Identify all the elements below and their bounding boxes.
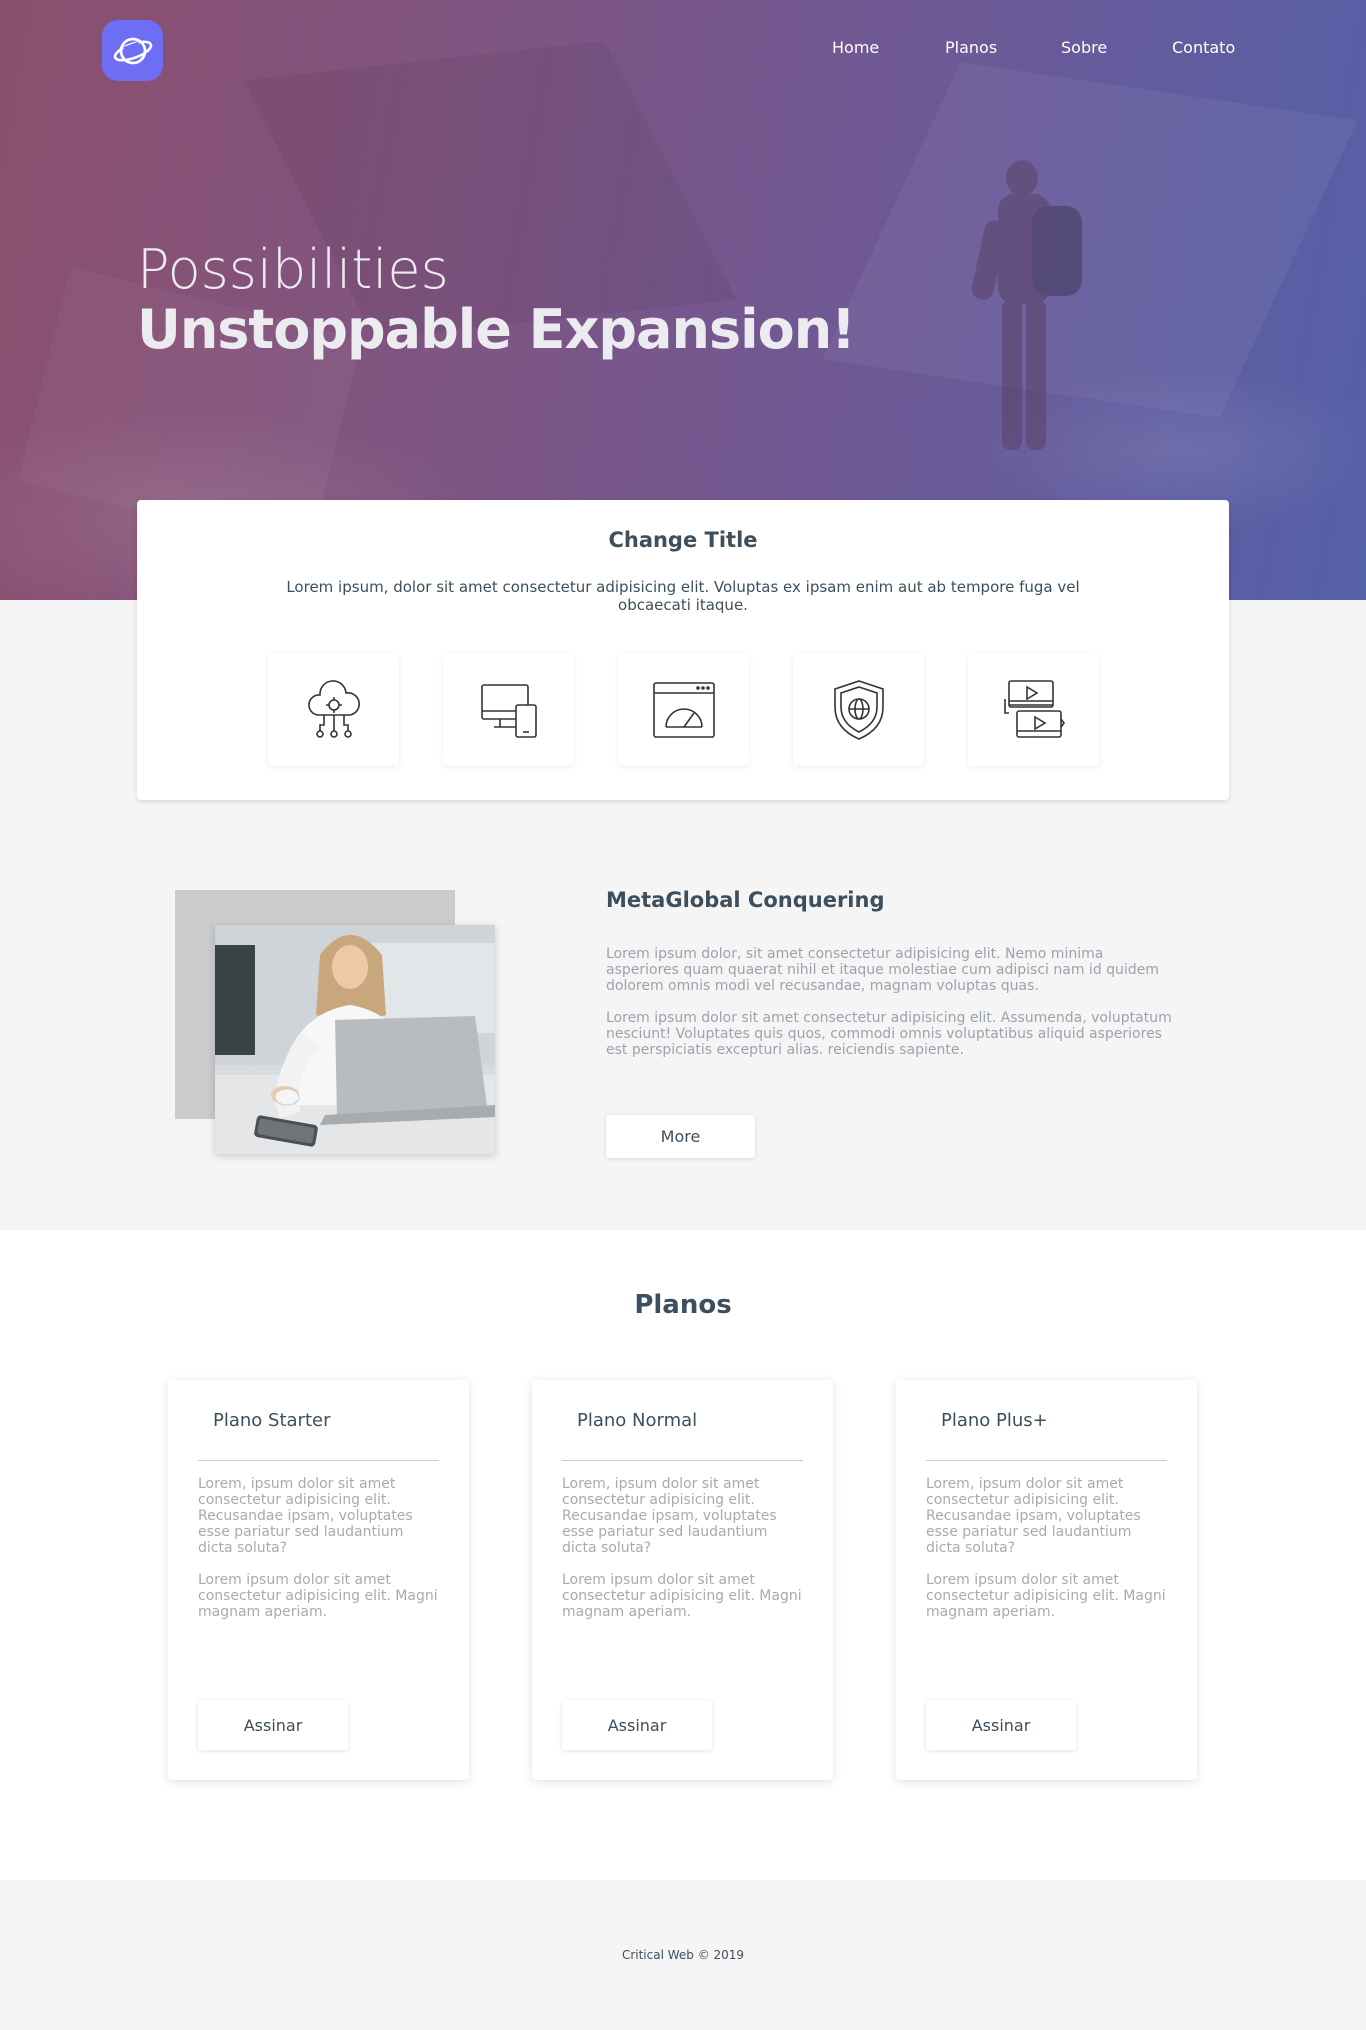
subscribe-normal-button[interactable]: Assinar bbox=[562, 1700, 712, 1750]
plan-description: Lorem, ipsum dolor sit amet consectetur … bbox=[926, 1476, 1141, 1556]
about-photo bbox=[215, 925, 495, 1154]
nav-item-contato[interactable]: Contato bbox=[1172, 38, 1235, 57]
hero-heading: Possibilities Unstoppable Expansion! bbox=[137, 238, 856, 361]
feature-title: Change Title bbox=[608, 528, 758, 552]
plan-description: Lorem, ipsum dolor sit amet consectetur … bbox=[562, 1476, 777, 1556]
plan-divider bbox=[926, 1460, 1167, 1461]
plan-card-starter: Plano Starter Lorem, ipsum dolor sit ame… bbox=[168, 1380, 469, 1780]
devices-icon bbox=[480, 684, 537, 738]
plan-description: Lorem, ipsum dolor sit amet consectetur … bbox=[198, 1476, 413, 1556]
plan-card-normal: Plano Normal Lorem, ipsum dolor sit amet… bbox=[532, 1380, 833, 1780]
feature-tile-security[interactable] bbox=[793, 654, 924, 766]
copyright-text: Critical Web © 2019 bbox=[621, 1948, 745, 1962]
nav-item-home[interactable]: Home bbox=[832, 38, 879, 57]
footer: Critical Web © 2019 bbox=[0, 1880, 1366, 2030]
nav-item-planos[interactable]: Planos bbox=[945, 38, 997, 57]
video-files-icon bbox=[1003, 680, 1065, 738]
woman-laptop-illustration bbox=[215, 925, 495, 1154]
cloud-network-icon bbox=[307, 680, 360, 738]
globe-shield-icon bbox=[833, 680, 884, 740]
feature-tile-video[interactable] bbox=[968, 654, 1099, 766]
feature-tile-devices[interactable] bbox=[443, 654, 574, 766]
planos-section: Planos Plano Starter Lorem, ipsum dolor … bbox=[0, 1230, 1366, 1880]
subscribe-starter-button[interactable]: Assinar bbox=[198, 1700, 348, 1750]
more-button[interactable]: More bbox=[606, 1115, 755, 1158]
plan-card-plus: Plano Plus+ Lorem, ipsum dolor sit amet … bbox=[896, 1380, 1197, 1780]
planos-title: Planos bbox=[634, 1290, 732, 1320]
about-paragraph-1: Lorem ipsum dolor, sit amet consectetur … bbox=[606, 946, 1159, 994]
plan-description: Lorem ipsum dolor sit amet consectetur a… bbox=[926, 1572, 1166, 1620]
feature-description: Lorem ipsum, dolor sit amet consectetur … bbox=[286, 578, 1080, 614]
plan-name: Plano Plus+ bbox=[941, 1410, 1048, 1431]
feature-tile-speed[interactable] bbox=[618, 654, 749, 766]
speed-dashboard-icon bbox=[652, 682, 715, 738]
subscribe-plus-button[interactable]: Assinar bbox=[926, 1700, 1076, 1750]
plan-name: Plano Normal bbox=[577, 1410, 698, 1431]
nav-item-sobre[interactable]: Sobre bbox=[1061, 38, 1107, 57]
planet-icon bbox=[113, 37, 152, 64]
hiker-silhouette bbox=[971, 160, 1082, 450]
hero-subtitle: Possibilities bbox=[137, 238, 449, 301]
about-paragraph-2: Lorem ipsum dolor sit amet consectetur a… bbox=[606, 1010, 1172, 1058]
feature-tile-cloud[interactable] bbox=[268, 654, 399, 766]
plan-divider bbox=[198, 1460, 439, 1461]
about-title: MetaGlobal Conquering bbox=[606, 888, 885, 912]
plan-description: Lorem ipsum dolor sit amet consectetur a… bbox=[198, 1572, 438, 1620]
plan-name: Plano Starter bbox=[213, 1410, 331, 1431]
plan-description: Lorem ipsum dolor sit amet consectetur a… bbox=[562, 1572, 802, 1620]
feature-card: Change Title Lorem ipsum, dolor sit amet… bbox=[137, 500, 1229, 800]
hero-title: Unstoppable Expansion! bbox=[137, 298, 856, 361]
planet-logo[interactable] bbox=[102, 20, 163, 81]
plan-divider bbox=[562, 1460, 803, 1461]
